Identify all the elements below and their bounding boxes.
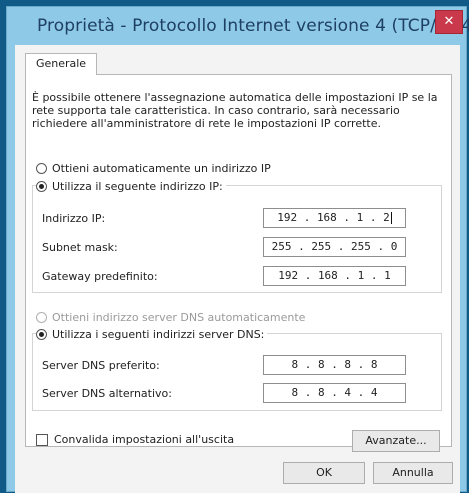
- radio-auto-ip-label: Ottieni automaticamente un indirizzo IP: [52, 162, 271, 175]
- gateway-label: Gateway predefinito:: [42, 270, 158, 283]
- radio-manual-ip-indicator[interactable]: [36, 181, 47, 192]
- cancel-button[interactable]: Annulla: [373, 462, 453, 484]
- preferred-dns-field[interactable]: 8 . 8 . 8 . 8: [263, 355, 406, 375]
- desktop-background: Proprietà - Protocollo Internet versione…: [0, 0, 469, 493]
- radio-manual-dns-indicator[interactable]: [36, 329, 47, 340]
- validate-on-exit-checkbox[interactable]: Convalida impostazioni all'uscita: [36, 433, 234, 446]
- dialog-title: Proprietà - Protocollo Internet versione…: [37, 16, 469, 36]
- validate-on-exit-label: Convalida impostazioni all'uscita: [54, 433, 235, 446]
- checkbox-box[interactable]: [36, 433, 48, 446]
- radio-auto-ip-indicator[interactable]: [36, 163, 47, 174]
- alternate-dns-field[interactable]: 8 . 8 . 4 . 4: [263, 383, 406, 403]
- text-caret: [390, 212, 392, 224]
- radio-auto-ip[interactable]: Ottieni automaticamente un indirizzo IP: [36, 162, 271, 175]
- tab-generale[interactable]: Generale: [25, 53, 97, 75]
- ip-address-label: Indirizzo IP:: [42, 212, 106, 225]
- ip-address-field[interactable]: 192 . 168 . 1 . 2: [263, 208, 406, 228]
- close-icon: ✕: [443, 14, 455, 29]
- radio-auto-dns[interactable]: Ottieni indirizzo server DNS automaticam…: [36, 311, 305, 324]
- radio-auto-dns-indicator[interactable]: [36, 312, 47, 323]
- radio-manual-dns-label: Utilizza i seguenti indirizzi server DNS…: [52, 328, 265, 341]
- radio-manual-ip-label: Utilizza il seguente indirizzo IP:: [52, 180, 223, 193]
- subnet-mask-field[interactable]: 255 . 255 . 255 . 0: [263, 237, 406, 257]
- gateway-field[interactable]: 192 . 168 . 1 . 1: [263, 266, 406, 286]
- radio-manual-ip[interactable]: Utilizza il seguente indirizzo IP:: [36, 180, 226, 193]
- subnet-mask-label: Subnet mask:: [42, 241, 118, 254]
- radio-auto-dns-label: Ottieni indirizzo server DNS automaticam…: [52, 311, 306, 324]
- title-bar[interactable]: Proprietà - Protocollo Internet versione…: [7, 7, 469, 45]
- description-text: È possibile ottenere l'assegnazione auto…: [32, 91, 438, 130]
- preferred-dns-label: Server DNS preferito:: [42, 359, 160, 372]
- dialog-body: Generale È possibile ottenere l'assegnaz…: [15, 45, 460, 493]
- alternate-dns-label: Server DNS alternativo:: [42, 387, 172, 400]
- close-button[interactable]: ✕: [435, 10, 463, 34]
- advanced-button[interactable]: Avanzate...: [352, 430, 440, 452]
- ok-button[interactable]: OK: [283, 462, 365, 484]
- ipv4-properties-dialog: Proprietà - Protocollo Internet versione…: [6, 6, 469, 493]
- radio-manual-dns[interactable]: Utilizza i seguenti indirizzi server DNS…: [36, 328, 268, 341]
